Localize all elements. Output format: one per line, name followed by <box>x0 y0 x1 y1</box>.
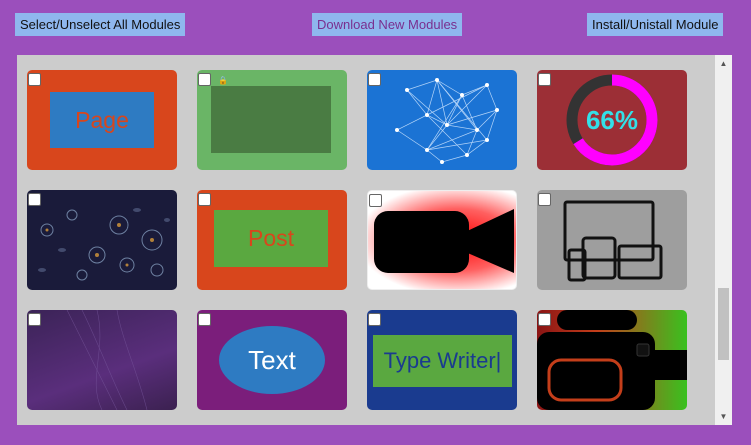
module-tile-post[interactable]: Post <box>197 190 347 290</box>
module-tile-jellyfish[interactable] <box>27 190 177 290</box>
video-camera-icon <box>374 209 514 273</box>
module-tile-text[interactable]: Text <box>197 310 347 410</box>
responsive-devices-icon <box>563 200 663 282</box>
scroll-down-arrow-icon[interactable]: ▼ <box>715 408 732 425</box>
module-checkbox[interactable] <box>198 313 211 326</box>
module-checkbox[interactable] <box>538 193 551 206</box>
module-label: Type Writer| <box>373 335 512 387</box>
film-camera-icon <box>537 310 687 410</box>
download-modules-button[interactable]: Download New Modules <box>312 13 463 36</box>
module-label: Page <box>50 92 154 148</box>
module-checkbox[interactable] <box>198 73 211 86</box>
install-module-button[interactable]: Install/Unistall Module <box>587 13 724 36</box>
module-tile-network[interactable] <box>367 70 517 170</box>
module-tile-purple-lines[interactable] <box>27 310 177 410</box>
scroll-up-arrow-icon[interactable]: ▲ <box>715 55 732 72</box>
vertical-scrollbar[interactable]: ▲ ▼ <box>715 55 732 425</box>
module-checkbox[interactable] <box>28 193 41 206</box>
network-graphic-icon <box>395 78 499 164</box>
lock-icon: 🔒 <box>218 76 228 85</box>
module-tile-page[interactable]: Page <box>27 70 177 170</box>
module-tile-video[interactable] <box>367 190 517 290</box>
module-tile-devices[interactable] <box>537 190 687 290</box>
abstract-lines-image <box>66 310 148 410</box>
scrollbar-thumb[interactable] <box>718 288 729 360</box>
modules-panel: Page 🔒 66% Post Text Type Writer| ▲ ▼ <box>17 55 732 425</box>
module-checkbox[interactable] <box>538 313 551 326</box>
module-checkbox[interactable] <box>28 313 41 326</box>
progress-donut: 66% <box>566 74 658 166</box>
progress-percent: 66% <box>586 105 638 135</box>
module-tile-video-camera[interactable] <box>537 310 687 410</box>
select-all-button[interactable]: Select/Unselect All Modules <box>15 13 186 36</box>
module-checkbox[interactable] <box>198 193 211 206</box>
module-label: Text <box>219 326 325 394</box>
module-tile-progress-donut[interactable]: 66% <box>537 70 687 170</box>
module-checkbox[interactable] <box>28 73 41 86</box>
module-tile-green-box[interactable]: 🔒 <box>197 70 347 170</box>
module-checkbox[interactable] <box>538 73 551 86</box>
module-checkbox[interactable] <box>368 73 381 86</box>
module-checkbox[interactable] <box>368 313 381 326</box>
module-tile-type-writer[interactable]: Type Writer| <box>367 310 517 410</box>
module-preview <box>211 86 331 153</box>
module-checkbox[interactable] <box>369 194 382 207</box>
jellyfish-image <box>38 208 170 281</box>
module-label: Post <box>214 210 328 267</box>
